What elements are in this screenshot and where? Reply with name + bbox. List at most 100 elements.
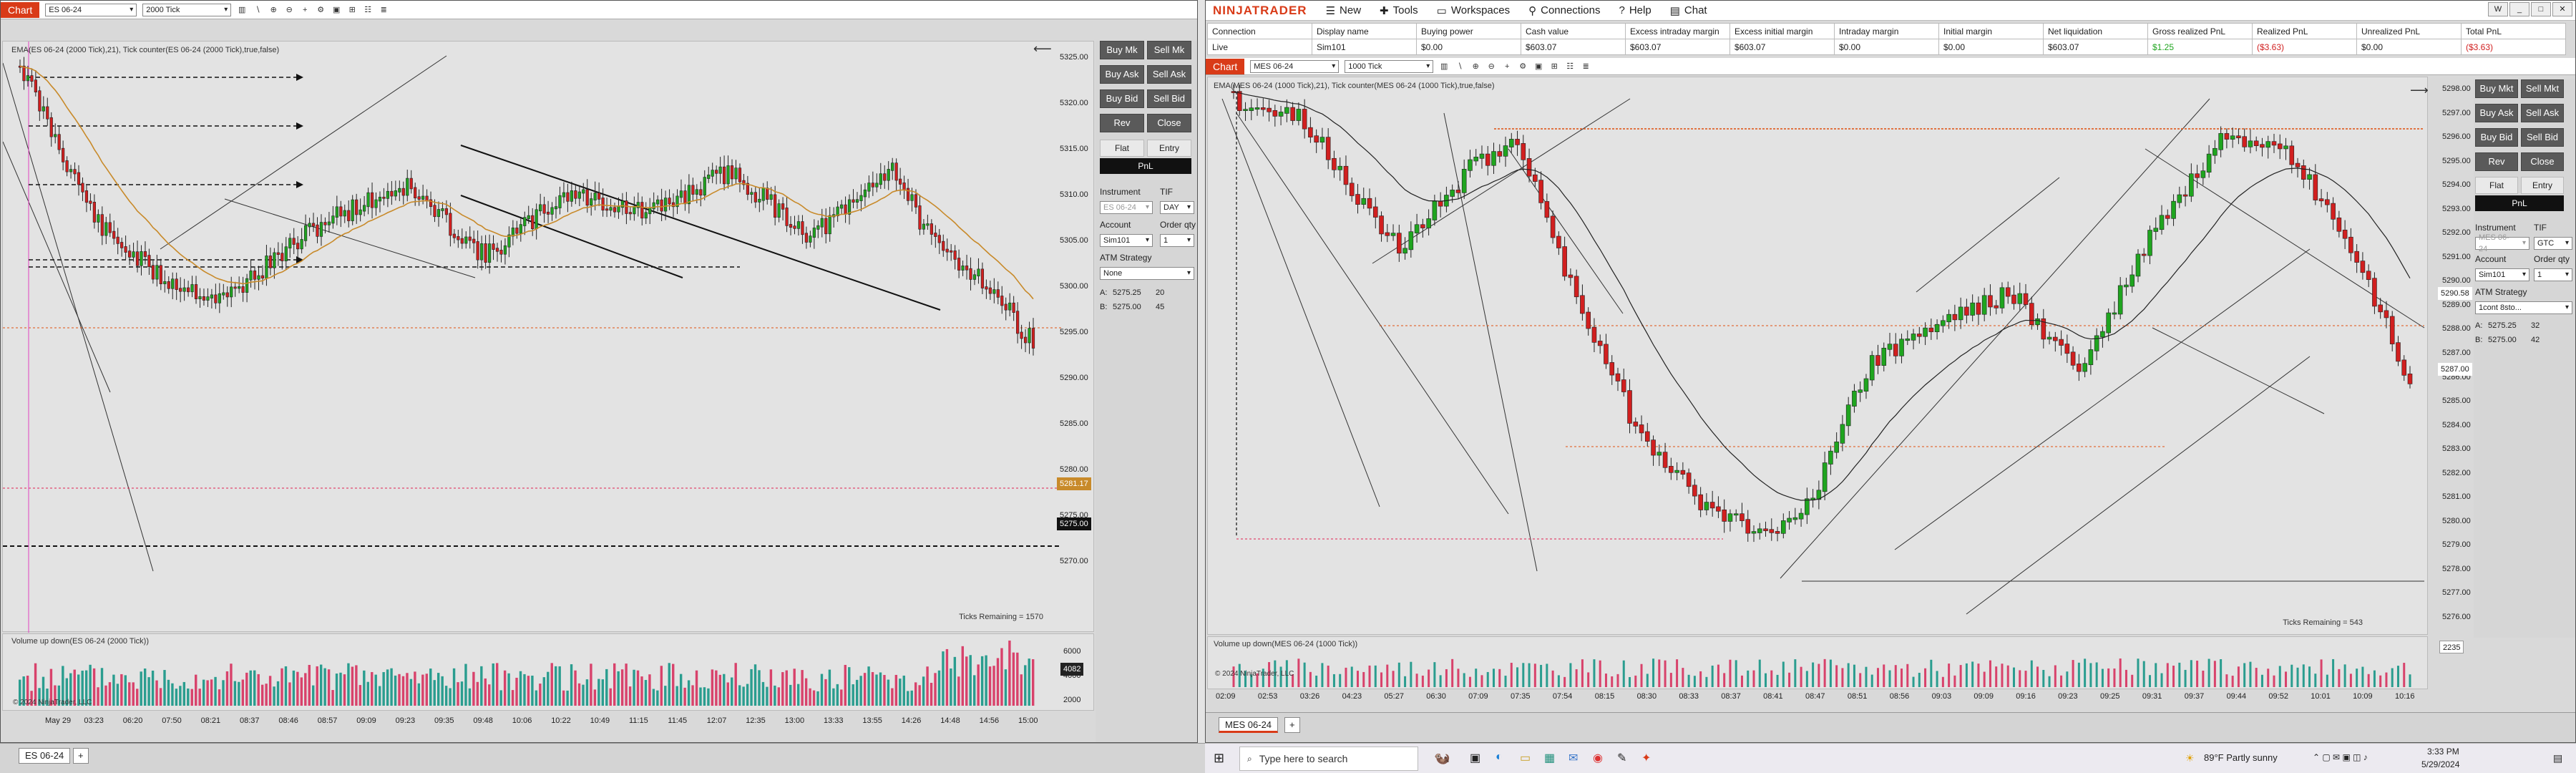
strategy-icon[interactable]: ▣ [331,5,341,15]
r-template-icon[interactable]: ☷ [1565,62,1575,72]
tab-es-06-24[interactable]: ES 06-24 [19,748,71,764]
store-icon[interactable]: ▦ [1544,751,1555,765]
add-tab-icon[interactable]: + [73,748,89,764]
r-reverse-button[interactable]: Rev [2475,152,2518,171]
drawing-tool-icon[interactable]: ∖ [253,5,263,15]
buy-ask-button[interactable]: Buy Ask [1100,65,1144,84]
mail-icon[interactable]: ✉ [1568,751,1578,765]
right-instrument-select[interactable]: MES 06-24 [1250,59,1340,73]
sell-market-button[interactable]: Sell Mk [1147,41,1191,59]
r-bar-type-icon[interactable]: ▥ [1439,62,1449,72]
right-price-chart[interactable]: EMA(MES 06-24 (1000 Tick),21), Tick coun… [1207,77,2429,635]
volume-bar [457,682,459,706]
left-time-tick: 08:57 [317,716,338,725]
tif-select[interactable]: DAY [1160,201,1194,214]
properties-icon[interactable]: ⚙ [316,5,326,15]
order-qty-stepper[interactable]: 1 [1160,234,1194,247]
r-properties-icon[interactable]: ⚙ [1518,62,1528,72]
volume-bar [1853,664,1855,687]
r-sell-market-button[interactable]: Sell Mkt [2521,79,2564,98]
close-window-button[interactable]: ✕ [2552,2,2572,16]
r-zoom-in-icon[interactable]: ⊕ [1470,62,1480,72]
r-list-icon[interactable]: ≣ [1581,62,1591,72]
account-select[interactable]: Sim101 [1100,234,1153,247]
left-interval-select[interactable]: 2000 Tick [142,3,232,16]
watch-button[interactable]: W [2488,2,2508,16]
r-buy-market-button[interactable]: Buy Mkt [2475,79,2518,98]
scroll-back-icon[interactable]: ⟵ [1033,42,1052,57]
left-price-chart[interactable]: EMA(ES 06-24 (2000 Tick),21), Tick count… [2,41,1094,633]
bar-type-icon[interactable]: ▥ [237,5,247,15]
sell-bid-button[interactable]: Sell Bid [1147,89,1191,108]
r-zoom-out-icon[interactable]: ⊖ [1486,62,1496,72]
menu-workspaces[interactable]: ▭ Workspaces [1437,4,1510,17]
accounts-header-cell[interactable]: Connection [1207,23,1312,39]
crosshair-icon[interactable]: + [300,5,310,15]
r-atm-strategy-select[interactable]: 1cont 8sto... [2475,301,2572,314]
zoom-out-icon[interactable]: ⊖ [284,5,294,15]
r-instrument-select[interactable]: MES 06-24 [2475,233,2529,253]
accounts-header-cell[interactable]: Realized PnL [2252,23,2357,39]
r-account-select[interactable]: Sim101 [2475,268,2529,281]
right-interval-select[interactable]: 1000 Tick [1345,59,1434,73]
r-sell-ask-button[interactable]: Sell Ask [2521,104,2564,122]
app-icon[interactable]: ✎ [1617,751,1626,765]
accounts-header-cell[interactable]: Cash value [1521,23,1626,39]
menu-chat[interactable]: ▤ Chat [1670,4,1707,17]
menu-tools[interactable]: ✚ Tools [1380,4,1418,17]
notification-icon[interactable]: ▤ [2553,752,2562,764]
r-tif-select[interactable]: GTC [2534,237,2572,250]
accounts-header-cell[interactable]: Excess initial margin [1729,23,1835,39]
ninjatrader-taskbar-icon[interactable]: ✦ [1641,751,1651,765]
accounts-header-cell[interactable]: Intraday margin [1834,23,1939,39]
file-explorer-icon[interactable]: ▭ [1520,751,1531,765]
clock-time[interactable]: 3:33 PM [2427,747,2459,757]
r-buy-ask-button[interactable]: Buy Ask [2475,104,2518,122]
weather-text[interactable]: 89°F Partly sunny [2204,752,2278,763]
zoom-in-icon[interactable]: ⊕ [268,5,278,15]
minimize-button[interactable]: _ [2509,2,2529,16]
task-view-icon[interactable]: ▣ [1470,751,1480,765]
menu-connections[interactable]: ⚲ Connections [1528,4,1600,17]
windows-start-icon[interactable]: ⊞ [1214,751,1224,766]
accounts-header-cell[interactable]: Unrealized PnL [2356,23,2462,39]
r-close-position-button[interactable]: Close [2521,152,2564,171]
accounts-header-cell[interactable]: Initial margin [1938,23,2044,39]
edge-icon[interactable]: ◐ [1496,751,1503,764]
r-sell-bid-button[interactable]: Sell Bid [2521,128,2564,147]
buy-market-button[interactable]: Buy Mk [1100,41,1144,59]
otter-icon[interactable]: 🦦 [1434,751,1450,766]
left-instrument-select[interactable]: ES 06-24 [45,3,137,16]
accounts-header-cell[interactable]: Buying power [1416,23,1521,39]
r-order-qty-stepper[interactable]: 1 [2534,268,2572,281]
list-icon[interactable]: ≣ [379,5,389,15]
instrument-select[interactable]: ES 06-24 [1100,201,1153,214]
indicator-icon[interactable]: ⊞ [347,5,357,15]
tray-icons[interactable]: ⌃ ▢ ✉ ▣ ◫ ♪ [2313,752,2368,762]
atm-strategy-select[interactable]: None [1100,267,1194,280]
accounts-header-cell[interactable]: Excess intraday margin [1625,23,1730,39]
r-buy-bid-button[interactable]: Buy Bid [2475,128,2518,147]
menu-new[interactable]: ☰ New [1326,4,1361,17]
accounts-header-cell[interactable]: Total PnL [2461,23,2566,39]
scroll-forward-icon[interactable]: ⟶ [2410,83,2429,98]
accounts-header-cell[interactable]: Gross realized PnL [2147,23,2253,39]
close-position-button[interactable]: Close [1147,114,1191,132]
accounts-header-cell[interactable]: Display name [1312,23,1417,39]
r-drawing-tool-icon[interactable]: ∖ [1455,62,1465,72]
taskbar-search[interactable]: ⌕ Type here to search [1239,747,1418,771]
sell-ask-button[interactable]: Sell Ask [1147,65,1191,84]
buy-bid-button[interactable]: Buy Bid [1100,89,1144,108]
r-strategy-icon[interactable]: ▣ [1533,62,1543,72]
menu-help[interactable]: ? Help [1619,4,1652,16]
reverse-button[interactable]: Rev [1100,114,1144,132]
r-indicator-icon[interactable]: ⊞ [1549,62,1559,72]
maximize-button[interactable]: □ [2531,2,2551,16]
clock-date[interactable]: 5/29/2024 [2421,759,2459,769]
template-icon[interactable]: ☷ [363,5,373,15]
r-add-tab-icon[interactable]: + [1284,717,1300,733]
accounts-header-cell[interactable]: Net liquidation [2043,23,2148,39]
r-crosshair-icon[interactable]: + [1502,62,1512,72]
chrome-icon[interactable]: ◉ [1593,751,1603,765]
tab-mes-06-24[interactable]: MES 06-24 [1219,717,1279,733]
